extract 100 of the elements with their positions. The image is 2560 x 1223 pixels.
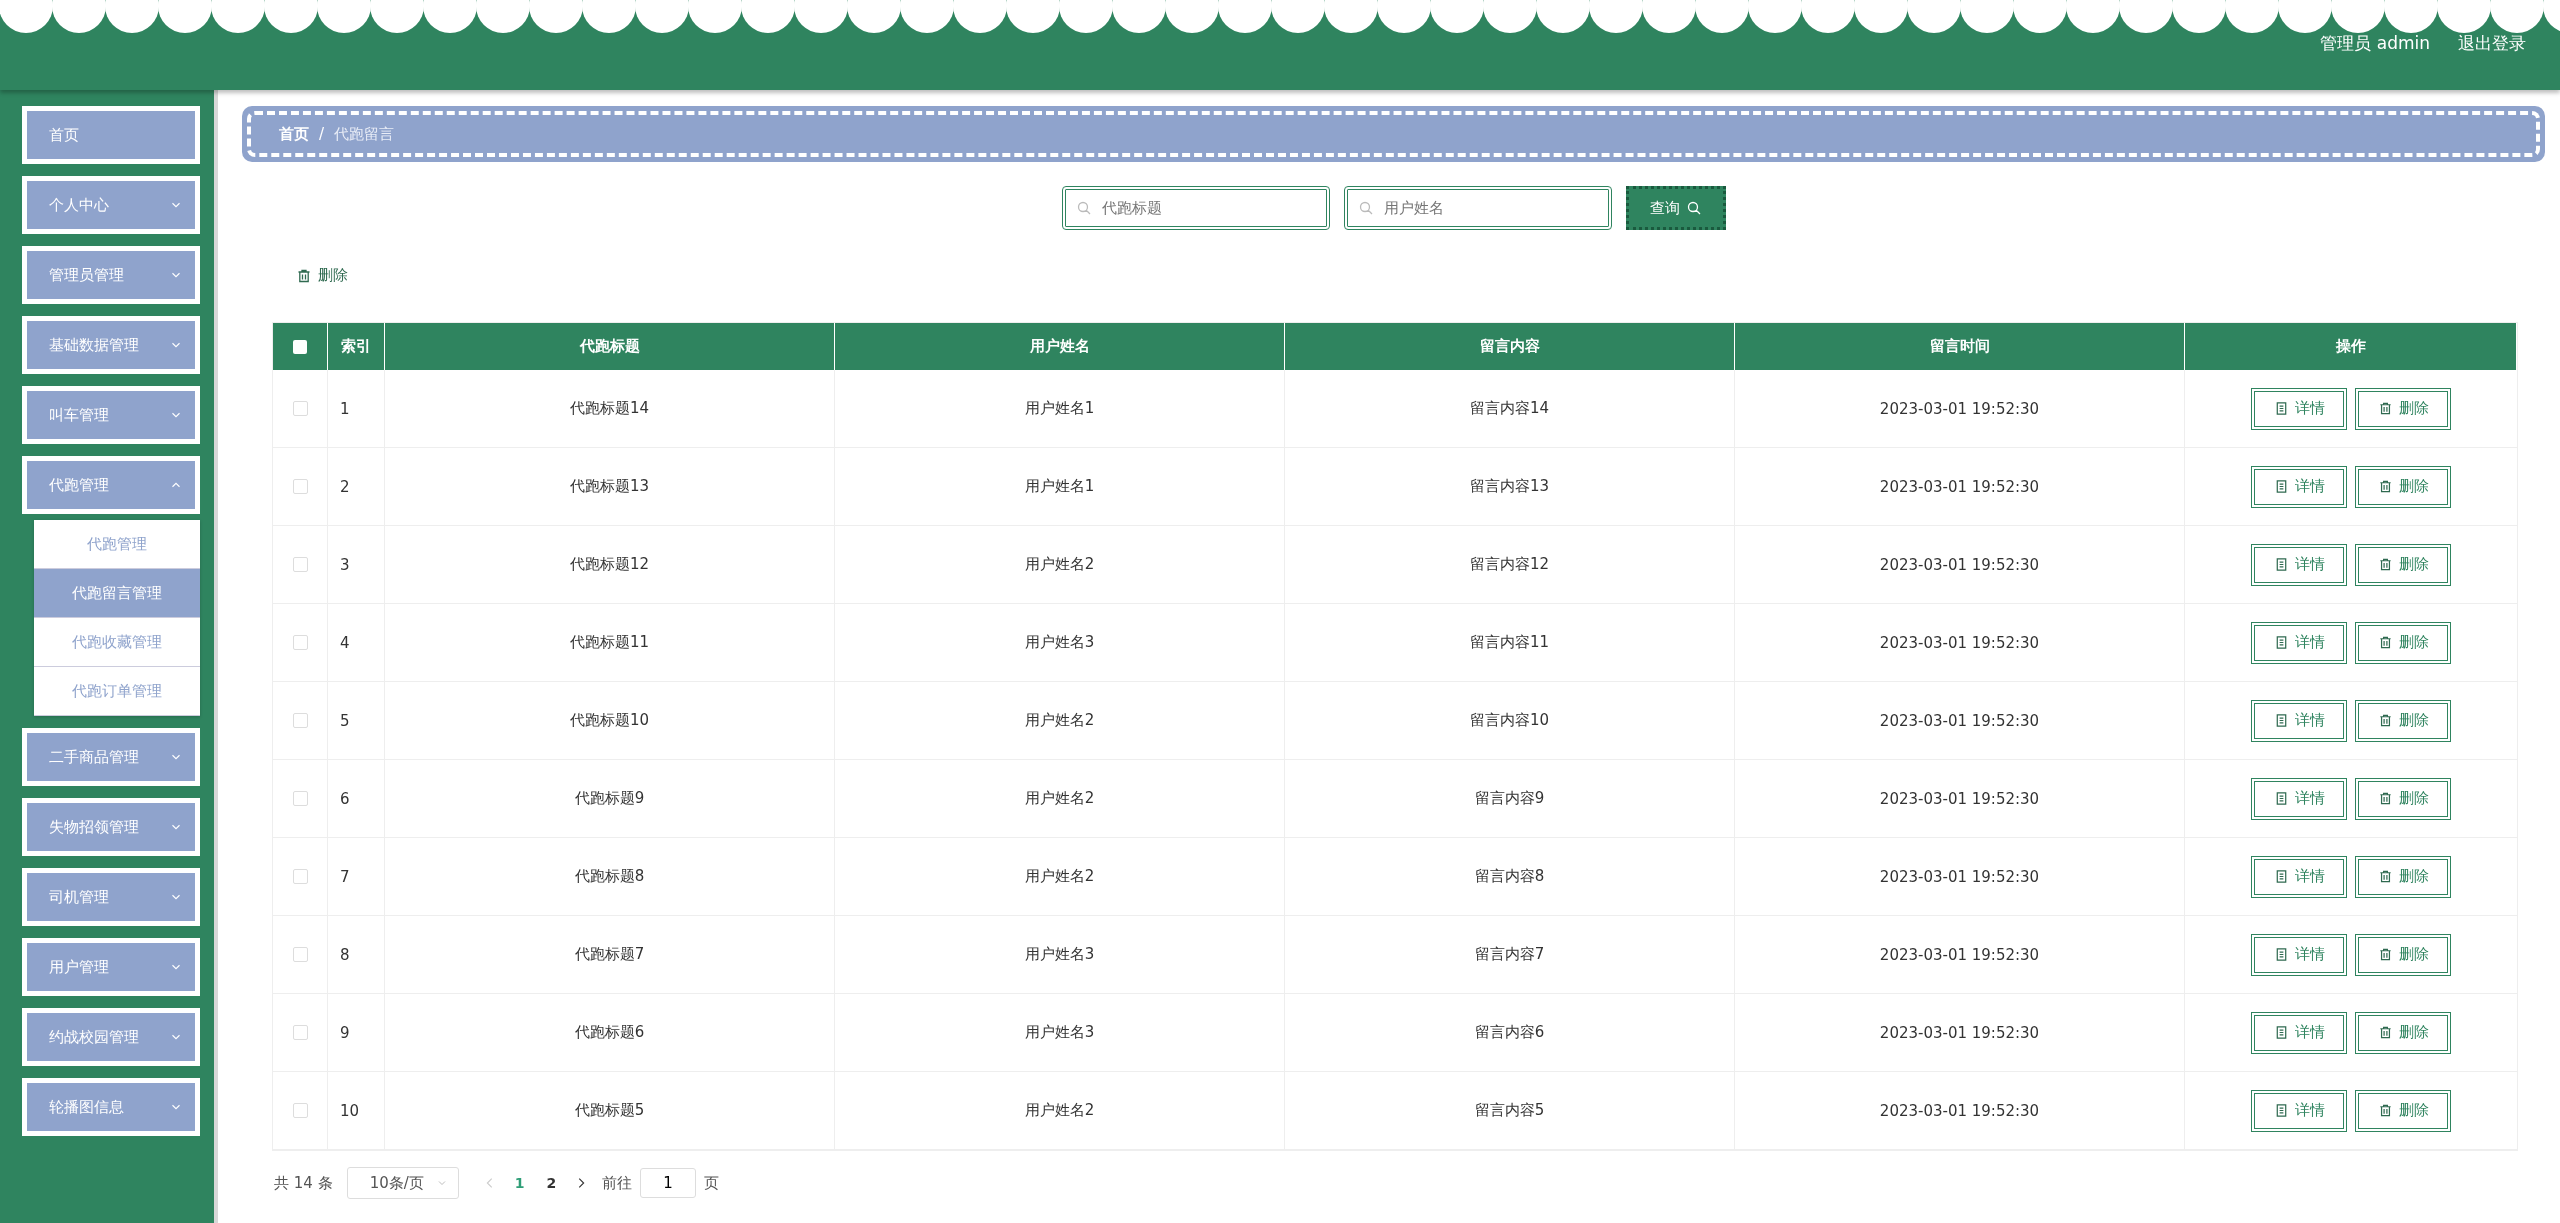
menu-item[interactable]: 失物招领管理 (27, 803, 195, 851)
submenu-item[interactable]: 代跑留言管理 (34, 569, 200, 618)
delete-button[interactable]: 删除 (2355, 621, 2451, 664)
goto-label: 前往 (602, 1173, 633, 1193)
details-button[interactable]: 详情 (2251, 777, 2347, 820)
table-cell: 留言内容9 (1474, 789, 1545, 808)
page-number[interactable]: 2 (542, 1175, 561, 1191)
row-checkbox[interactable] (292, 713, 308, 728)
select-all-checkbox[interactable] (293, 339, 307, 354)
menu-item[interactable]: 个人中心 (27, 181, 195, 229)
total-count: 共 14 条 (274, 1173, 333, 1193)
table-cell: 留言内容13 (1469, 477, 1550, 496)
page-number[interactable]: 1 (510, 1175, 529, 1191)
table-cell: 代跑标题5 (574, 1101, 645, 1120)
row-checkbox[interactable] (292, 557, 308, 572)
column-header: 代跑标题 (579, 337, 640, 356)
breadcrumb-item: 代跑留言 (334, 124, 395, 144)
search-icon (1357, 200, 1374, 216)
row-checkbox[interactable] (292, 635, 308, 650)
details-button[interactable]: 详情 (2251, 543, 2347, 586)
column-header: 留言时间 (1929, 337, 1990, 356)
row-checkbox[interactable] (292, 869, 308, 884)
table-cell: 留言内容8 (1474, 867, 1545, 886)
details-button[interactable]: 详情 (2251, 699, 2347, 742)
details-button[interactable]: 详情 (2251, 1089, 2347, 1132)
search-field[interactable]: 用户姓名 (1343, 186, 1612, 230)
details-button[interactable]: 详情 (2251, 855, 2347, 898)
delete-button[interactable]: 删除 (2355, 465, 2451, 508)
delete-button[interactable]: 删除 (2355, 1089, 2451, 1132)
delete-link[interactable]: 删除 (296, 266, 348, 285)
submenu-item[interactable]: 代跑收藏管理 (34, 618, 200, 667)
menu-item[interactable]: 司机管理 (27, 873, 195, 921)
table-cell: 代跑标题13 (569, 477, 650, 496)
table-cell: 用户姓名3 (1024, 945, 1095, 964)
menu-item[interactable]: 轮播图信息 (27, 1083, 195, 1131)
delete-button[interactable]: 删除 (2355, 543, 2451, 586)
delete-button[interactable]: 删除 (2355, 933, 2451, 976)
table-cell: 2023-03-01 19:52:30 (1879, 789, 2040, 808)
row-checkbox[interactable] (292, 1025, 308, 1040)
column-header: 用户姓名 (1029, 337, 1090, 356)
row-checkbox[interactable] (292, 1103, 308, 1118)
menu-item[interactable]: 首页 (27, 111, 195, 159)
table-cell: 留言内容10 (1469, 711, 1550, 730)
row-checkbox[interactable] (292, 401, 308, 416)
page-input[interactable]: 1 (640, 1168, 697, 1198)
trash-icon (2377, 557, 2393, 572)
table-cell: 用户姓名2 (1024, 867, 1095, 886)
details-button[interactable]: 详情 (2251, 387, 2347, 430)
table-cell: 2023-03-01 19:52:30 (1879, 867, 2040, 886)
table-cell: 8 (340, 945, 350, 964)
table-cell: 留言内容7 (1474, 945, 1545, 964)
submenu-item[interactable]: 代跑订单管理 (34, 667, 200, 716)
breadcrumb-item[interactable]: 首页 (279, 124, 309, 144)
delete-button[interactable]: 删除 (2355, 777, 2451, 820)
menu-item[interactable]: 约战校园管理 (27, 1013, 195, 1061)
trash-icon (2377, 1025, 2393, 1040)
delete-button[interactable]: 删除 (2355, 1011, 2451, 1054)
details-button[interactable]: 详情 (2251, 1011, 2347, 1054)
table-cell: 2 (340, 477, 350, 496)
table-cell: 用户姓名1 (1024, 477, 1095, 496)
page-size-select[interactable]: 10条/页 (346, 1167, 459, 1199)
table-cell: 代跑标题11 (569, 633, 650, 652)
table-cell: 留言内容12 (1469, 555, 1550, 574)
table-cell: 用户姓名2 (1024, 789, 1095, 808)
details-button[interactable]: 详情 (2251, 465, 2347, 508)
search-icon (1075, 200, 1092, 216)
table-cell: 用户姓名3 (1024, 633, 1095, 652)
row-checkbox[interactable] (292, 479, 308, 494)
trash-icon (2377, 713, 2393, 728)
table-cell: 2023-03-01 19:52:30 (1879, 1101, 2040, 1120)
table-cell: 留言内容14 (1469, 399, 1550, 418)
table-cell: 2023-03-01 19:52:30 (1879, 711, 2040, 730)
delete-button[interactable]: 删除 (2355, 855, 2451, 898)
delete-button[interactable]: 删除 (2355, 387, 2451, 430)
trash-icon (2377, 635, 2393, 650)
query-button[interactable]: 查询 (1625, 186, 1726, 230)
table-cell: 9 (340, 1023, 350, 1042)
row-checkbox[interactable] (292, 947, 308, 962)
table-cell: 用户姓名1 (1024, 399, 1095, 418)
menu-item[interactable]: 二手商品管理 (27, 733, 195, 781)
menu-item[interactable]: 叫车管理 (27, 391, 195, 439)
column-header: 留言内容 (1479, 337, 1540, 356)
table-cell: 用户姓名2 (1024, 711, 1095, 730)
menu-item[interactable]: 代跑管理 (27, 461, 195, 509)
table-cell: 2023-03-01 19:52:30 (1879, 633, 2040, 652)
table-cell: 代跑标题8 (574, 867, 645, 886)
search-field[interactable]: 代跑标题 (1061, 186, 1330, 230)
menu-item[interactable]: 管理员管理 (27, 251, 195, 299)
details-button[interactable]: 详情 (2251, 621, 2347, 664)
menu-item[interactable]: 用户管理 (27, 943, 195, 991)
menu-item[interactable]: 基础数据管理 (27, 321, 195, 369)
trash-icon (296, 267, 312, 284)
row-checkbox[interactable] (292, 791, 308, 806)
logout-link[interactable]: 退出登录 (2458, 32, 2526, 55)
details-button[interactable]: 详情 (2251, 933, 2347, 976)
table-cell: 10 (340, 1101, 360, 1120)
table-cell: 代跑标题10 (569, 711, 650, 730)
table-cell: 留言内容5 (1474, 1101, 1545, 1120)
delete-button[interactable]: 删除 (2355, 699, 2451, 742)
table-cell: 留言内容11 (1469, 633, 1550, 652)
